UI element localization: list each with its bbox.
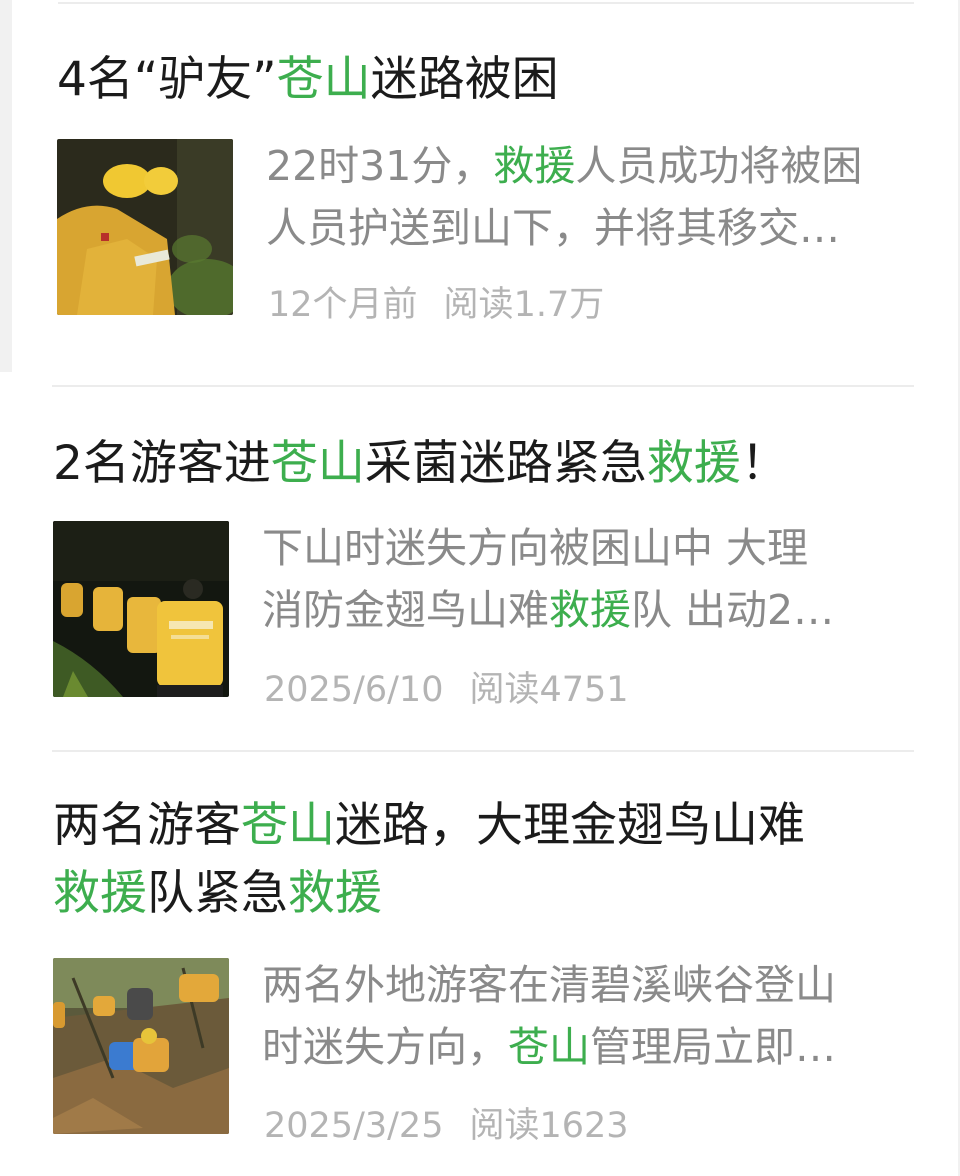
article-thumbnail[interactable] — [53, 521, 229, 697]
summary-line: 人员护送到山下，并将其移交… — [266, 197, 914, 259]
article-meta: 12个月前 阅读1.7万 — [268, 283, 604, 327]
publish-date: 2025/3/25 — [264, 1106, 444, 1146]
title-segment: ！ — [740, 436, 788, 491]
publish-date: 2025/6/10 — [264, 670, 444, 710]
summary-segment: 两名外地游客在清碧溪峡谷登山 — [262, 961, 836, 1009]
title-segment: 4名“驴友” — [57, 52, 277, 107]
read-count: 4751 — [539, 670, 629, 710]
read-count-label: 阅读 — [469, 670, 540, 710]
publish-date: 12个月前 — [268, 285, 418, 325]
summary-segment: 人员护送到山下，并将其移交… — [266, 204, 840, 252]
title-segment: 队紧急 — [147, 866, 288, 921]
read-count: 1.7万 — [513, 285, 605, 325]
article-title[interactable]: 2名游客进苍山采菌迷路紧急救援！ — [53, 430, 788, 498]
title-keyword: 救援 — [288, 866, 382, 921]
article-summary[interactable]: 22时31分，救援人员成功将被困 人员护送到山下，并将其移交… — [266, 135, 914, 259]
rescue-team-photo — [57, 139, 233, 315]
summary-line: 22时31分，救援人员成功将被困 — [266, 135, 914, 197]
summary-line: 时迷失方向，苍山管理局立即… — [262, 1016, 910, 1078]
summary-line: 两名外地游客在清碧溪峡谷登山 — [262, 954, 910, 1016]
article-meta: 2025/3/25 阅读1623 — [264, 1104, 629, 1148]
title-keyword: 苍山 — [270, 436, 365, 491]
title-keyword: 救援 — [53, 866, 147, 921]
article-thumbnail[interactable] — [53, 958, 229, 1134]
summary-segment: 队 出动2… — [631, 586, 835, 634]
title-segment: 迷路，大理金翅鸟山难 — [335, 798, 805, 853]
article-summary[interactable]: 下山时迷失方向被困山中 大理 消防金翅鸟山难救援队 出动2… — [262, 517, 910, 641]
article-meta: 2025/6/10 阅读4751 — [264, 668, 629, 712]
summary-segment: 管理局立即… — [590, 1023, 836, 1071]
article-title[interactable]: 两名游客苍山迷路，大理金翅鸟山难救援队紧急救援 — [53, 792, 903, 928]
summary-keyword: 苍山 — [508, 1023, 590, 1071]
title-segment: 采菌迷路紧急 — [364, 436, 647, 491]
rescuers-night-photo — [53, 521, 229, 697]
article-summary[interactable]: 两名外地游客在清碧溪峡谷登山 时迷失方向，苍山管理局立即… — [262, 954, 910, 1078]
summary-keyword: 救援 — [493, 142, 576, 190]
title-keyword: 救援 — [646, 436, 741, 491]
read-count: 1623 — [539, 1106, 629, 1146]
read-count-label: 阅读 — [469, 1106, 540, 1146]
summary-segment: 22时31分， — [266, 142, 494, 190]
title-segment: 两名游客 — [53, 798, 241, 853]
article-card[interactable]: 2名游客进苍山采菌迷路紧急救援！ 下山时迷失方向被困山中 大理 消防金翅鸟山难救… — [0, 386, 960, 750]
summary-segment: 下山时迷失方向被困山中 大理 — [262, 524, 809, 572]
summary-keyword: 救援 — [549, 586, 631, 634]
title-keyword: 苍山 — [241, 798, 335, 853]
article-thumbnail[interactable] — [57, 139, 233, 315]
rescuers-climbing-photo — [53, 958, 229, 1134]
article-card[interactable]: 两名游客苍山迷路，大理金翅鸟山难 救援队紧急救援 两名外地游客在清碧溪峡谷登山 … — [0, 752, 960, 1176]
summary-line: 消防金翅鸟山难救援队 出动2… — [262, 579, 910, 641]
title-keyword: 苍山 — [276, 52, 371, 107]
article-search-results: 4名“驴友”苍山迷路被困 22时31分，救援人员成功将被困 人员护送到山下，并将… — [0, 0, 960, 1176]
summary-segment: 消防金翅鸟山难 — [262, 586, 549, 634]
summary-segment: 人员成功将被困 — [575, 142, 863, 190]
title-segment: 2名游客进 — [53, 436, 271, 491]
title-segment: 迷路被困 — [370, 52, 559, 107]
summary-segment: 时迷失方向， — [262, 1023, 508, 1071]
article-title[interactable]: 4名“驴友”苍山迷路被困 — [57, 46, 559, 114]
summary-line: 下山时迷失方向被困山中 大理 — [262, 517, 910, 579]
read-count-label: 阅读 — [443, 285, 514, 325]
article-card[interactable]: 4名“驴友”苍山迷路被困 22时31分，救援人员成功将被困 人员护送到山下，并将… — [0, 0, 960, 372]
